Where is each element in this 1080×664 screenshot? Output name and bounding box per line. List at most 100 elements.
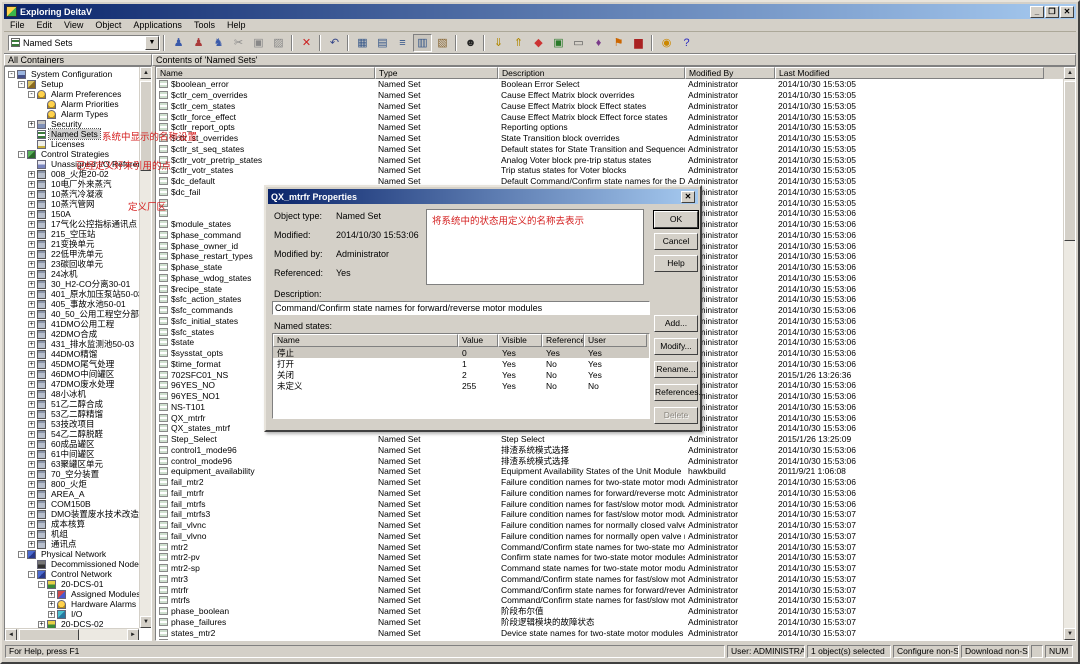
- named-state-row[interactable]: 打开1YesNoYes: [273, 358, 649, 369]
- large-icons-view-icon[interactable]: ▦: [353, 34, 372, 52]
- expand-icon[interactable]: +: [28, 231, 35, 238]
- tree-item[interactable]: -20-DCS-01: [5, 579, 139, 589]
- expand-icon[interactable]: +: [28, 501, 35, 508]
- print-icon[interactable]: ▭: [569, 34, 588, 52]
- expand-icon[interactable]: +: [28, 191, 35, 198]
- expand-icon[interactable]: +: [38, 621, 45, 628]
- tree-item[interactable]: +成本核算: [5, 519, 139, 529]
- collapse-icon[interactable]: -: [28, 571, 35, 578]
- table-row[interactable]: fail_mtrfrNamed SetFailure condition nam…: [156, 488, 1063, 499]
- upload-icon[interactable]: ⇑: [509, 34, 528, 52]
- table-row[interactable]: $ctlr_cem_statesNamed SetCause Effect Ma…: [156, 101, 1063, 112]
- named-state-row[interactable]: 停止0YesYesYes: [273, 347, 649, 358]
- expand-icon[interactable]: +: [28, 441, 35, 448]
- table-row[interactable]: mtrfrNamed SetCommand/Confirm state name…: [156, 584, 1063, 595]
- expand-icon[interactable]: +: [48, 611, 55, 618]
- book-icon[interactable]: ▆: [629, 34, 648, 52]
- tree-item[interactable]: +Alarm Priorities: [5, 99, 139, 109]
- collapse-icon[interactable]: -: [18, 151, 25, 158]
- explorer-view-2-icon[interactable]: ♟: [189, 34, 208, 52]
- expand-icon[interactable]: +: [48, 601, 55, 608]
- tree-item[interactable]: -System Configuration: [5, 69, 139, 79]
- tree-item[interactable]: +Security: [5, 119, 139, 129]
- table-row[interactable]: $ctlr_st_seq_statesNamed SetDefault stat…: [156, 144, 1063, 155]
- table-row[interactable]: fail_vlvncNamed SetFailure condition nam…: [156, 520, 1063, 531]
- menu-item-edit[interactable]: Edit: [31, 19, 59, 31]
- tree-item[interactable]: +I/O: [5, 609, 139, 619]
- expand-icon[interactable]: +: [28, 451, 35, 458]
- list-vertical-scrollbar[interactable]: ▲ ▼: [1063, 67, 1075, 640]
- expand-icon[interactable]: +: [28, 301, 35, 308]
- expand-icon[interactable]: +: [28, 281, 35, 288]
- expand-icon[interactable]: +: [28, 181, 35, 188]
- expand-icon[interactable]: +: [28, 311, 35, 318]
- minimize-button[interactable]: _: [1030, 6, 1044, 18]
- menu-item-file[interactable]: File: [4, 19, 31, 31]
- menu-item-view[interactable]: View: [58, 19, 89, 31]
- expand-icon[interactable]: +: [28, 391, 35, 398]
- table-row[interactable]: Step_SelectNamed SetStep SelectAdministr…: [156, 434, 1063, 445]
- scroll-down-icon[interactable]: ▼: [1064, 628, 1076, 640]
- column-header-name[interactable]: Name: [156, 67, 375, 79]
- table-row[interactable]: $ctlr_st_overridesNamed SetState Transit…: [156, 133, 1063, 144]
- tree-hscroll-thumb[interactable]: [19, 629, 79, 641]
- table-row[interactable]: control_mode96Named Set排渣系统模式选择Administr…: [156, 455, 1063, 466]
- table-row[interactable]: $ctlr_force_effectNamed SetCause Effect …: [156, 111, 1063, 122]
- explorer-view-1-icon[interactable]: ♟: [169, 34, 188, 52]
- column-header-type[interactable]: Type: [375, 67, 498, 79]
- expand-icon[interactable]: +: [28, 491, 35, 498]
- download-icon[interactable]: ⇓: [489, 34, 508, 52]
- named-states-table[interactable]: NameValueVisibleReferencedUser Selectabl…: [272, 333, 650, 419]
- undo-icon[interactable]: ↶: [325, 34, 344, 52]
- modify-button[interactable]: Modify...: [654, 338, 698, 355]
- expand-icon[interactable]: +: [28, 121, 35, 128]
- expand-icon[interactable]: +: [28, 481, 35, 488]
- table-row[interactable]: mtr2Named SetCommand/Confirm state names…: [156, 541, 1063, 552]
- maximize-button[interactable]: ❐: [1045, 6, 1059, 18]
- expand-icon[interactable]: +: [28, 471, 35, 478]
- named-state-row[interactable]: 关闭2YesNoYes: [273, 369, 649, 380]
- scroll-up-icon[interactable]: ▲: [1064, 67, 1076, 79]
- expand-icon[interactable]: +: [28, 321, 35, 328]
- expand-icon[interactable]: +: [28, 351, 35, 358]
- table-row[interactable]: mtr2-spNamed SetCommand state names for …: [156, 563, 1063, 574]
- description-field[interactable]: Command/Confirm state names for forward/…: [272, 301, 650, 315]
- scroll-up-icon[interactable]: ▲: [140, 67, 152, 79]
- tree-item[interactable]: -Control Network: [5, 569, 139, 579]
- flag-icon[interactable]: ⚑: [609, 34, 628, 52]
- table-row[interactable]: $ctlr_votr_pretrip_statesNamed SetAnalog…: [156, 154, 1063, 165]
- expand-icon[interactable]: +: [28, 381, 35, 388]
- expand-icon[interactable]: +: [28, 511, 35, 518]
- ns-column-visible[interactable]: Visible: [498, 334, 542, 347]
- scroll-left-icon[interactable]: ◄: [5, 629, 17, 641]
- table-row[interactable]: phase_booleanNamed Set阶段布尔值Administrator…: [156, 606, 1063, 617]
- tree-item[interactable]: +Assigned Modules: [5, 589, 139, 599]
- expand-icon[interactable]: +: [28, 341, 35, 348]
- table-row[interactable]: control1_mode96Named Set排渣系统模式选择Administ…: [156, 445, 1063, 456]
- table-row[interactable]: states_mtrfrNamed SetDevice state names …: [156, 638, 1063, 640]
- references-button[interactable]: References...: [654, 384, 698, 401]
- table-row[interactable]: fail_mtrfs3Named SetFailure condition na…: [156, 509, 1063, 520]
- copy-icon[interactable]: ▣: [249, 34, 268, 52]
- dialog-close-icon[interactable]: ✕: [681, 191, 695, 203]
- expand-icon[interactable]: +: [28, 241, 35, 248]
- collapse-icon[interactable]: -: [38, 581, 45, 588]
- tree-item[interactable]: -Physical Network: [5, 549, 139, 559]
- expand-icon[interactable]: +: [28, 271, 35, 278]
- collapse-icon[interactable]: -: [28, 91, 35, 98]
- tree-item[interactable]: +Hardware Alarms: [5, 599, 139, 609]
- table-row[interactable]: fail_mtrfsNamed SetFailure condition nam…: [156, 498, 1063, 509]
- table-row[interactable]: fail_vlvnoNamed SetFailure condition nam…: [156, 531, 1063, 542]
- expand-icon[interactable]: +: [28, 531, 35, 538]
- expand-icon[interactable]: +: [28, 371, 35, 378]
- expand-icon[interactable]: +: [28, 461, 35, 468]
- scroll-down-icon[interactable]: ▼: [140, 616, 152, 628]
- tree-item[interactable]: -Setup: [5, 79, 139, 89]
- collapse-icon[interactable]: -: [18, 81, 25, 88]
- table-row[interactable]: equipment_availabilityNamed SetEquipment…: [156, 466, 1063, 477]
- tree-horizontal-scrollbar[interactable]: ◄ ►: [5, 628, 139, 640]
- history-icon[interactable]: ▣: [549, 34, 568, 52]
- media-icon[interactable]: ◉: [657, 34, 676, 52]
- expand-icon[interactable]: +: [28, 541, 35, 548]
- tree-item[interactable]: +通讯点: [5, 539, 139, 549]
